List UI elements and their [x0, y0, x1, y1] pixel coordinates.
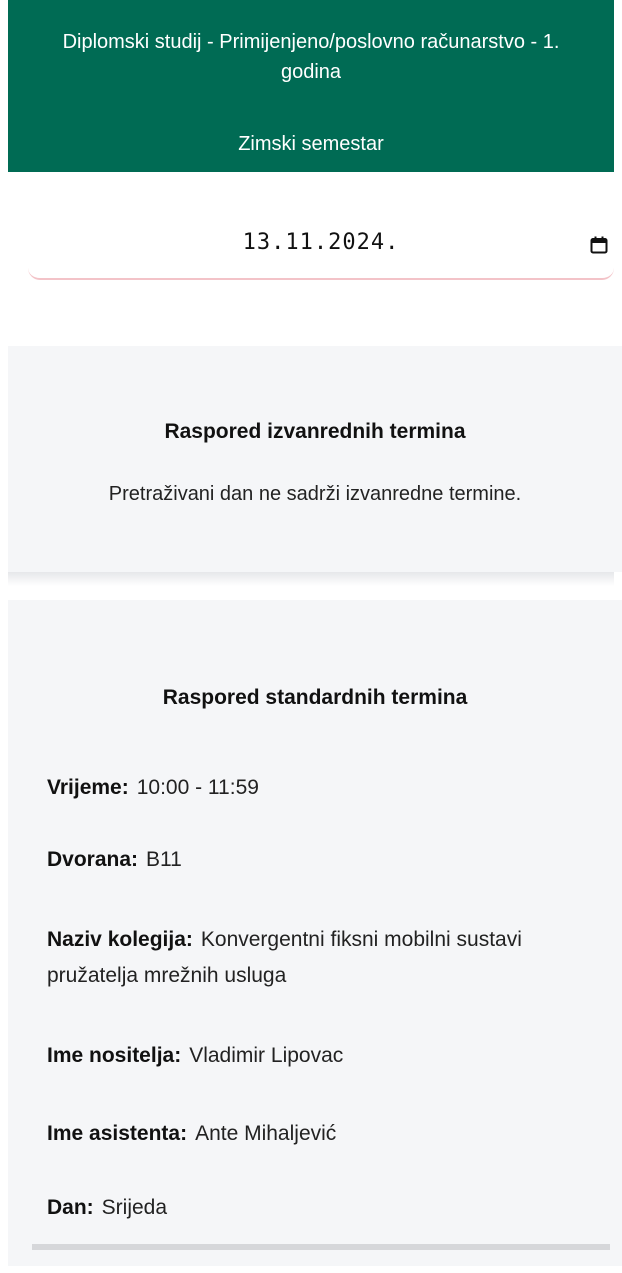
card-bottom-divider	[32, 1244, 610, 1250]
program-title: Diplomski studij - Primijenjeno/poslovno…	[62, 31, 560, 83]
detail-value: 10:00 - 11:59	[136, 776, 259, 799]
detail-label: Ime asistenta:	[47, 1122, 188, 1145]
detail-label: Naziv kolegija:	[47, 928, 193, 951]
detail-label: Dan:	[47, 1196, 94, 1219]
detail-value: Vladimir Lipovac	[189, 1044, 344, 1067]
semester-label: Zimski semestar	[238, 133, 384, 155]
detail-label: Vrijeme:	[47, 776, 129, 799]
detail-value: Ante Mihaljević	[195, 1122, 337, 1145]
date-value[interactable]: 13.11.2024.	[28, 230, 614, 255]
detail-assistant: Ime asistenta: Ante Mihaljević	[47, 1116, 598, 1152]
standard-schedule-card: Raspored standardnih termina Vrijeme: 10:…	[8, 600, 622, 1266]
detail-lecturer: Ime nositelja: Vladimir Lipovac	[47, 1038, 598, 1074]
detail-value: B11	[146, 848, 182, 871]
page-header: Diplomski studij - Primijenjeno/poslovno…	[8, 0, 614, 172]
calendar-icon[interactable]	[590, 236, 608, 254]
detail-day: Dan: Srijeda	[47, 1190, 598, 1226]
detail-room: Dvorana: B11	[47, 842, 598, 878]
detail-course: Naziv kolegija: Konvergentni fiksni mobil…	[47, 922, 598, 994]
date-picker[interactable]: 13.11.2024.	[28, 206, 614, 280]
detail-value: Srijeda	[101, 1196, 168, 1219]
standard-schedule-title: Raspored standardnih termina	[162, 686, 468, 709]
detail-time: Vrijeme: 10:00 - 11:59	[47, 770, 598, 806]
extra-schedule-title: Raspored izvanrednih termina	[164, 420, 466, 443]
detail-label: Ime nositelja:	[47, 1044, 182, 1067]
extra-schedule-empty-message: Pretraživani dan ne sadrži izvanredne te…	[108, 483, 522, 505]
detail-label: Dvorana:	[47, 848, 139, 871]
extra-schedule-card: Raspored izvanrednih termina Pretraživan…	[8, 346, 622, 586]
